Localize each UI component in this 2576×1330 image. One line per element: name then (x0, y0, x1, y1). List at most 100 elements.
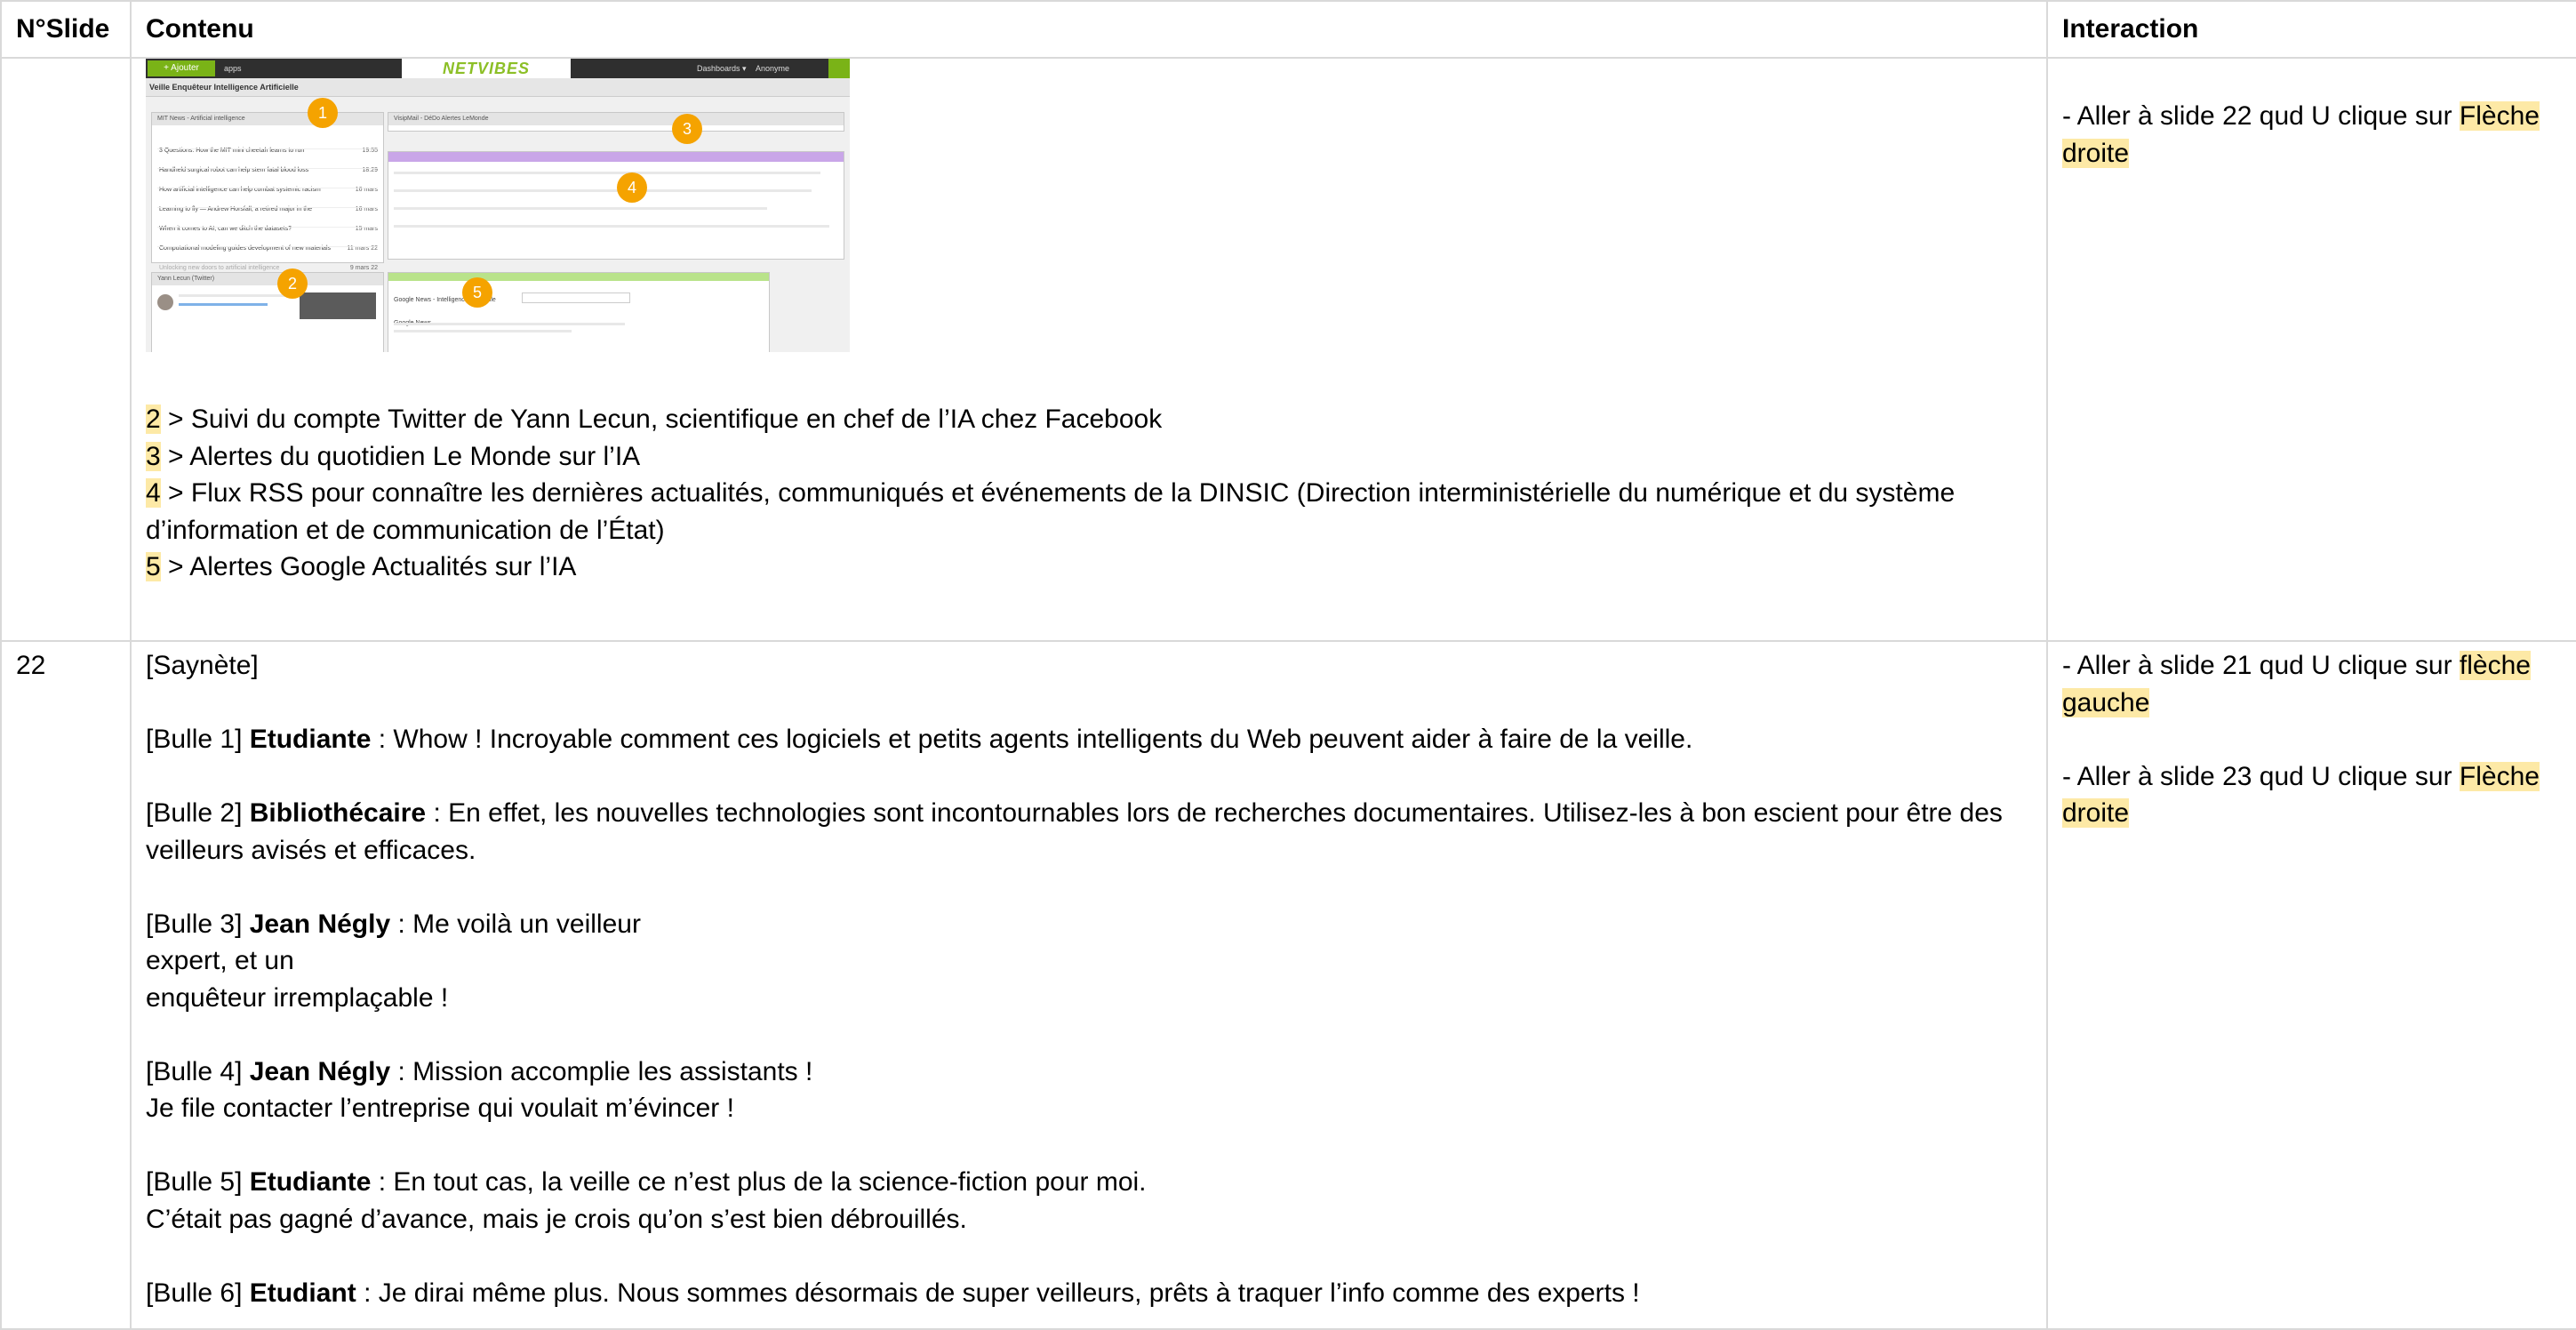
legend-text: > Suivi du compte Twitter de Yann Lecun,… (160, 405, 1163, 434)
bubble-speaker: Etudiante (249, 725, 372, 754)
interaction-instruction: - Aller à slide 21 qud U clique sur flèc… (2062, 647, 2562, 721)
widget-header-bar (388, 152, 844, 162)
slide-number-cell: 22 (0, 640, 132, 1330)
bubble-text: : En tout cas, la veille ce n’est plus d… (371, 1167, 1147, 1197)
badge-5: 5 (462, 277, 492, 308)
badge-4: 4 (617, 172, 647, 203)
bubble-3-line-2: expert, et un (146, 946, 294, 975)
avatar (157, 294, 173, 310)
interaction-cell: - Aller à slide 22 qud U clique sur Flèc… (2046, 57, 2576, 642)
bubble-prefix: [Bulle 6] (146, 1278, 250, 1308)
bubble-text: : Je dirai même plus. Nous sommes désorm… (356, 1278, 1640, 1308)
tweet-image (300, 292, 376, 319)
interaction-text: - Aller à slide 23 qud U clique sur (2062, 761, 2460, 791)
bubble-3: [Bulle 3] Jean Négly : Me voilà un veill… (146, 906, 2032, 943)
widget-mit-news: MIT News - Artificial intelligence 3 Que… (151, 112, 384, 271)
badge-2: 2 (277, 268, 308, 299)
badge-1: 1 (308, 98, 338, 128)
text-placeholder (179, 303, 268, 306)
text-placeholder (394, 330, 572, 332)
divider (157, 227, 378, 228)
netvibes-screenshot: + Ajouter apps NETVIBES Dashboards ▾ Ano… (146, 59, 850, 352)
text-placeholder (394, 323, 625, 325)
apps-label: apps (224, 64, 242, 73)
legend-number: 3 (146, 441, 161, 471)
netvibes-topbar: + Ajouter apps NETVIBES Dashboards ▾ Ano… (146, 59, 850, 78)
dashboard-tabbar: Veille Enquêteur Intelligence Artificiel… (146, 78, 850, 97)
widget-twitter: Yann Lecun (Twitter) (151, 272, 384, 352)
legend-text: > Alertes Google Actualités sur l’IA (160, 552, 577, 581)
content-cell: [Saynète] [Bulle 1] Etudiante : Whow ! I… (130, 640, 2048, 1330)
interaction-cell: - Aller à slide 21 qud U clique sur flèc… (2046, 640, 2576, 1330)
bubble-text: : Whow ! Incroyable comment ces logiciel… (371, 725, 1693, 754)
widget-title: VisipMail - DéDo Alertes LeMonde (388, 113, 844, 125)
legend-text: > Flux RSS pour connaître les dernières … (146, 478, 1956, 545)
search-input (522, 292, 630, 303)
legend-number: 4 (146, 478, 161, 508)
bubble-text: : Me voilà un veilleur (390, 909, 641, 939)
header-interaction: Interaction (2046, 0, 2576, 59)
bubble-2: [Bulle 2] Bibliothécaire : En effet, les… (146, 795, 2032, 869)
bubble-1: [Bulle 1] Etudiante : Whow ! Incroyable … (146, 721, 2032, 758)
bubble-text: : Mission accomplie les assistants ! (390, 1056, 813, 1086)
legend-item-5: 5 > Alertes Google Actualités sur l’IA (146, 549, 2032, 586)
bubble-6: [Bulle 6] Etudiant : Je dirai même plus.… (146, 1275, 2032, 1312)
slide-number-cell (0, 57, 132, 642)
table-row-slide-22: 22 [Saynète] [Bulle 1] Etudiante : Whow … (0, 640, 2576, 1330)
netvibes-logo: NETVIBES (402, 59, 571, 78)
text-placeholder (394, 207, 767, 210)
interaction-instruction: - Aller à slide 22 qud U clique sur Flèc… (2062, 98, 2562, 172)
widget-google-news: Google News - Intelligence artificielle … (388, 272, 770, 352)
text-placeholder (394, 225, 829, 228)
widget-title: Yann Lecun (Twitter) (152, 273, 383, 285)
bubble-5: [Bulle 5] Etudiante : En tout cas, la ve… (146, 1164, 2032, 1201)
bubble-speaker: Bibliothécaire (249, 798, 427, 828)
bubble-prefix: [Bulle 2] (146, 798, 250, 828)
text-placeholder (394, 172, 820, 174)
legend-text: > Alertes du quotidien Le Monde sur l’IA (160, 441, 641, 471)
bubble-prefix: [Bulle 1] (146, 725, 250, 754)
divider (157, 168, 378, 169)
add-button: + Ajouter (148, 60, 215, 76)
legend-item-3: 3 > Alertes du quotidien Le Monde sur l’… (146, 438, 2032, 476)
legend-item-2: 2 > Suivi du compte Twitter de Yann Lecu… (146, 401, 2032, 438)
corner-icon (828, 59, 850, 78)
dashboards-menu: Dashboards ▾ (697, 64, 747, 73)
bubble-prefix: [Bulle 5] (146, 1167, 250, 1197)
bubble-3-line-3: enquêteur irremplaçable ! (146, 982, 449, 1013)
divider (157, 246, 378, 247)
bubble-5-line-2: C’était pas gagné d’avance, mais je croi… (146, 1204, 967, 1234)
bubble-4: [Bulle 4] Jean Négly : Mission accomplie… (146, 1054, 2032, 1091)
user-label: Anonyme (756, 64, 790, 73)
interaction-text: - Aller à slide 22 qud U clique sur (2062, 101, 2460, 131)
widget-dinsic-rss (388, 151, 844, 260)
table-row-slide-21: + Ajouter apps NETVIBES Dashboards ▾ Ano… (0, 57, 2576, 642)
interaction-text: - Aller à slide 21 qud U clique sur (2062, 651, 2460, 680)
legend-number: 2 (146, 405, 161, 434)
storyboard-table: N°Slide Contenu Interaction + Ajouter ap… (0, 0, 2576, 1330)
divider (157, 148, 378, 149)
bubble-speaker: Etudiant (249, 1278, 356, 1308)
interaction-instruction: - Aller à slide 23 qud U clique sur Flèc… (2062, 758, 2562, 832)
dashboard-tab-title: Veille Enquêteur Intelligence Artificiel… (149, 83, 299, 92)
bubble-speaker: Jean Négly (249, 909, 391, 939)
legend-number: 5 (146, 552, 161, 581)
legend-item-4: 4 > Flux RSS pour connaître les dernière… (146, 475, 2032, 549)
widget-title: MIT News - Artificial intelligence (152, 113, 383, 125)
header-slide-number: N°Slide (0, 0, 132, 59)
text-placeholder (394, 189, 812, 192)
bubble-speaker: Jean Négly (249, 1056, 391, 1086)
divider (157, 207, 378, 208)
badge-3: 3 (672, 114, 702, 144)
bubble-speaker: Etudiante (249, 1167, 372, 1197)
header-row: N°Slide Contenu Interaction (0, 0, 2576, 59)
scene-label: [Saynète] (146, 651, 259, 680)
text-placeholder (179, 294, 285, 297)
widget-header-bar (388, 273, 769, 281)
content-cell: + Ajouter apps NETVIBES Dashboards ▾ Ano… (130, 57, 2048, 642)
widget-lemonde-alerts: VisipMail - DéDo Alertes LeMonde (388, 112, 844, 132)
bubble-4-line-2: Je file contacter l’entreprise qui voula… (146, 1094, 734, 1123)
bubble-prefix: [Bulle 4] (146, 1056, 250, 1086)
bubble-prefix: [Bulle 3] (146, 909, 250, 939)
header-content: Contenu (130, 0, 2048, 59)
